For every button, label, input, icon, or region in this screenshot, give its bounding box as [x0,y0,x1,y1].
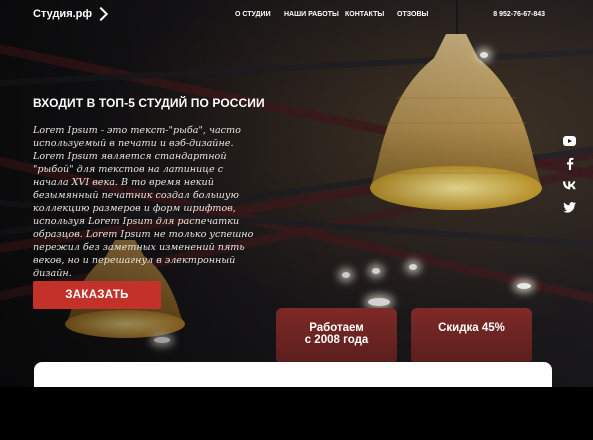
site-header: Студия.рф О СТУДИИ НАШИ РАБОТЫ КОНТАКТЫ … [0,0,593,28]
card-experience-line1: Работаем [309,322,364,334]
facebook-icon[interactable] [563,157,576,170]
order-button[interactable]: ЗАКАЗАТЬ [33,281,161,309]
hero-headline: ВХОДИТ В ТОП-5 СТУДИЙ ПО РОССИИ [33,96,265,110]
nav-works[interactable]: НАШИ РАБОТЫ [284,11,339,18]
logo-text: Студия.рф [33,8,93,20]
card-discount-line1: Скидка 45% [438,322,505,334]
nav-reviews[interactable]: ОТЗОВЫ [397,11,428,18]
card-experience: Работаем с 2008 года [276,308,397,364]
card-experience-line2: с 2008 года [304,334,369,346]
chevron-right-icon [93,6,109,22]
twitter-icon[interactable] [563,201,576,214]
youtube-icon[interactable] [563,134,576,147]
logo[interactable]: Студия.рф [33,6,109,22]
hero-description: Lorem Ipsum - это текст-"рыба", часто ис… [33,125,254,279]
phone-number[interactable]: 8 952-76-67-843 [493,11,545,18]
bottom-bar [0,387,593,440]
vk-icon[interactable] [563,179,576,192]
card-discount: Скидка 45% [411,308,532,364]
nav-about[interactable]: О СТУДИИ [235,11,271,18]
nav-contacts[interactable]: КОНТАКТЫ [345,11,384,18]
